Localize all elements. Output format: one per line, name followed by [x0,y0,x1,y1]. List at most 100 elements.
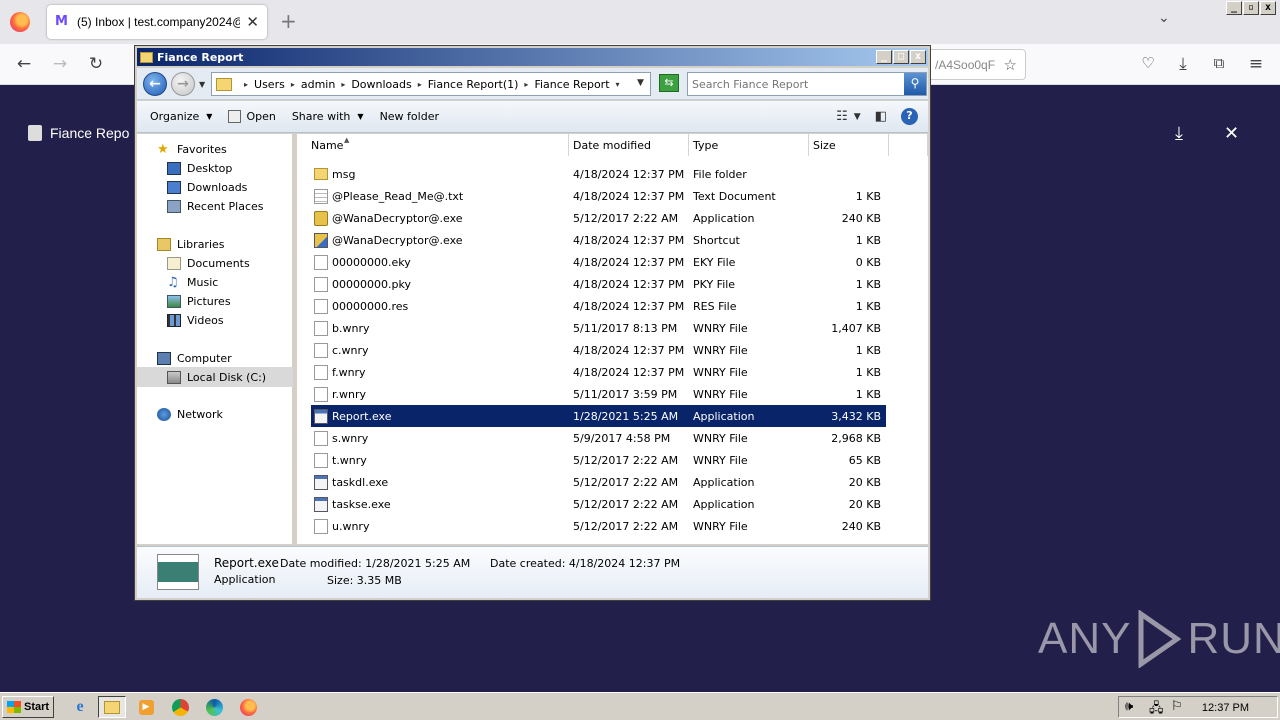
firefox-logo-icon[interactable] [10,12,30,32]
column-name-header[interactable]: ▲ Name [297,134,569,156]
reload-icon[interactable]: ↻ [85,54,107,74]
close-icon[interactable]: x [1260,1,1276,15]
nav-favorites[interactable]: ★ Favorites [157,140,227,158]
search-icon[interactable]: ⚲ [904,73,926,95]
taskbar-media-player[interactable]: ▶ [132,696,160,718]
action-center-flag-icon[interactable]: ⚐ [1171,699,1189,715]
nav-downloads[interactable]: Downloads [167,178,247,196]
breadcrumb-item[interactable]: admin [301,78,335,91]
view-options-chevron-icon[interactable]: ▼ [854,112,861,122]
maximize-icon[interactable]: □ [893,50,909,64]
file-row[interactable]: @WanaDecryptor@.exe 5/12/2017 2:22 AM Appl… [311,207,886,229]
forward-arrow-icon[interactable]: → [49,54,71,74]
clock[interactable]: 12:37 PM [1202,702,1249,714]
minimize-icon[interactable]: _ [876,50,892,64]
file-row[interactable]: @WanaDecryptor@.exe 4/18/2024 12:37 PM Sho… [311,229,886,251]
close-icon[interactable]: x [910,50,926,64]
volume-icon[interactable]: 🕪 [1125,699,1143,715]
file-name-cell: t.wnry [311,452,573,468]
file-row[interactable]: f.wnry 4/18/2024 12:37 PM WNRY File 1 KB [311,361,886,383]
change-view-icon[interactable]: ☷ [836,109,848,124]
file-row[interactable]: Report.exe 1/28/2021 5:25 AM Application 3,… [311,405,886,427]
column-size-header[interactable]: Size [809,134,889,156]
file-row[interactable]: t.wnry 5/12/2017 2:22 AM WNRY File 65 KB [311,449,886,471]
share-with-button[interactable]: Share with ▼ [284,101,372,132]
column-type-header[interactable]: Type [689,134,809,156]
taskbar-chrome[interactable] [166,696,194,718]
breadcrumb-arrow-icon[interactable]: ▸ [244,80,248,89]
breadcrumb-item[interactable]: Fiance Report(1) [428,78,519,91]
nav-videos[interactable]: Videos [167,311,224,329]
back-button[interactable]: ← [143,72,167,96]
new-folder-button[interactable]: New folder [372,101,447,132]
nav-computer[interactable]: Computer [157,349,232,367]
tab-close-icon[interactable]: ✕ [246,13,259,31]
column-extra-header[interactable] [889,134,928,156]
file-size: 240 KB [841,211,881,225]
downloads-icon[interactable]: ⤓ [1172,54,1194,74]
search-input[interactable] [688,73,898,95]
restore-icon[interactable]: ▫ [1243,1,1259,15]
taskbar-ie[interactable]: e [66,696,94,718]
recent-pages-chevron-icon[interactable]: ▼ [199,80,205,89]
search-box[interactable]: ⚲ [687,72,927,96]
nav-desktop[interactable]: Desktop [167,159,232,177]
file-row[interactable]: 00000000.pky 4/18/2024 12:37 PM PKY File 1 … [311,273,886,295]
file-row[interactable]: r.wnry 5/11/2017 3:59 PM WNRY File 1 KB [311,383,886,405]
menu-icon[interactable]: ≡ [1245,54,1267,74]
file-row[interactable]: taskse.exe 5/12/2017 2:22 AM Application 20… [311,493,886,515]
breadcrumb-arrow-icon[interactable]: ▾ [616,80,620,89]
extensions-icon[interactable]: ⧉ [1208,54,1230,72]
refresh-button[interactable]: ⇆ [659,74,679,92]
minimize-icon[interactable]: _ [1226,1,1242,15]
file-row[interactable]: s.wnry 5/9/2017 4:58 PM WNRY File 2,968 KB [311,427,886,449]
taskbar-explorer[interactable] [98,696,126,718]
breadcrumb-item[interactable]: Fiance Report [534,78,609,91]
organize-button[interactable]: Organize ▼ [137,101,220,132]
taskbar-edge[interactable] [200,696,228,718]
breadcrumb-arrow-icon[interactable]: ▸ [418,80,422,89]
url-bar[interactable]: /A4Soo0qF ☆ [920,49,1026,80]
taskbar: Start e ▶ 🕪 🖧 ⚐ 12:37 PM [0,692,1280,720]
network-tray-icon[interactable]: 🖧 [1149,699,1167,716]
preview-pane-icon[interactable]: ◧ [875,109,887,124]
breadcrumb-item[interactable]: Users [254,78,285,91]
nav-recent-places[interactable]: Recent Places [167,197,264,215]
file-row[interactable]: u.wnry 5/12/2017 2:22 AM WNRY File 240 KB [311,515,886,537]
breadcrumb-arrow-icon[interactable]: ▸ [341,80,345,89]
browser-tab-inbox[interactable]: M (5) Inbox | test.company2024@pr ✕ [47,5,267,39]
file-row[interactable]: taskdl.exe 5/12/2017 2:22 AM Application 20… [311,471,886,493]
nav-documents[interactable]: Documents [167,254,250,272]
forward-button[interactable]: → [171,72,195,96]
list-all-tabs-icon[interactable]: ⌄ [1158,10,1170,26]
nav-libraries[interactable]: Libraries [157,235,225,253]
file-row[interactable]: @Please_Read_Me@.txt 4/18/2024 12:37 PM Te… [311,185,886,207]
pocket-icon[interactable]: ♡ [1137,54,1159,72]
file-row[interactable]: b.wnry 5/11/2017 8:13 PM WNRY File 1,407 KB [311,317,886,339]
file-row[interactable]: c.wnry 4/18/2024 12:37 PM WNRY File 1 KB [311,339,886,361]
nav-music[interactable]: ♫ Music [167,273,218,291]
open-button[interactable]: Open [220,101,283,132]
file-row[interactable]: msg 4/18/2024 12:37 PM File folder [311,163,886,185]
start-button[interactable]: Start [2,696,54,718]
column-date-header[interactable]: Date modified [569,134,689,156]
nav-network[interactable]: Network [157,405,223,423]
breadcrumb-arrow-icon[interactable]: ▸ [291,80,295,89]
view-controls: ☷ ▼ ◧ ? [836,108,918,125]
nav-pictures[interactable]: Pictures [167,292,231,310]
address-history-chevron-icon[interactable]: ▼ [637,78,644,88]
download-icon[interactable]: ⤓ [1175,123,1183,144]
explorer-title-bar[interactable]: Fiance Report _ □ x [137,48,928,66]
help-icon[interactable]: ? [901,108,918,125]
taskbar-firefox[interactable] [234,696,262,718]
back-arrow-icon[interactable]: ← [13,54,35,74]
breadcrumb-item[interactable]: Downloads [351,78,411,91]
close-viewer-icon[interactable]: ✕ [1224,123,1239,144]
file-row[interactable]: 00000000.eky 4/18/2024 12:37 PM EKY File 0 … [311,251,886,273]
breadcrumb-arrow-icon[interactable]: ▸ [524,80,528,89]
nav-local-disk[interactable]: Local Disk (C:) [137,367,293,387]
breadcrumb[interactable]: ▸ Users ▸ admin ▸ Downloads ▸ Fiance Rep… [211,72,651,96]
file-row[interactable]: 00000000.res 4/18/2024 12:37 PM RES File 1 … [311,295,886,317]
bookmark-star-icon[interactable]: ☆ [1004,56,1017,74]
new-tab-button[interactable]: + [280,9,297,33]
